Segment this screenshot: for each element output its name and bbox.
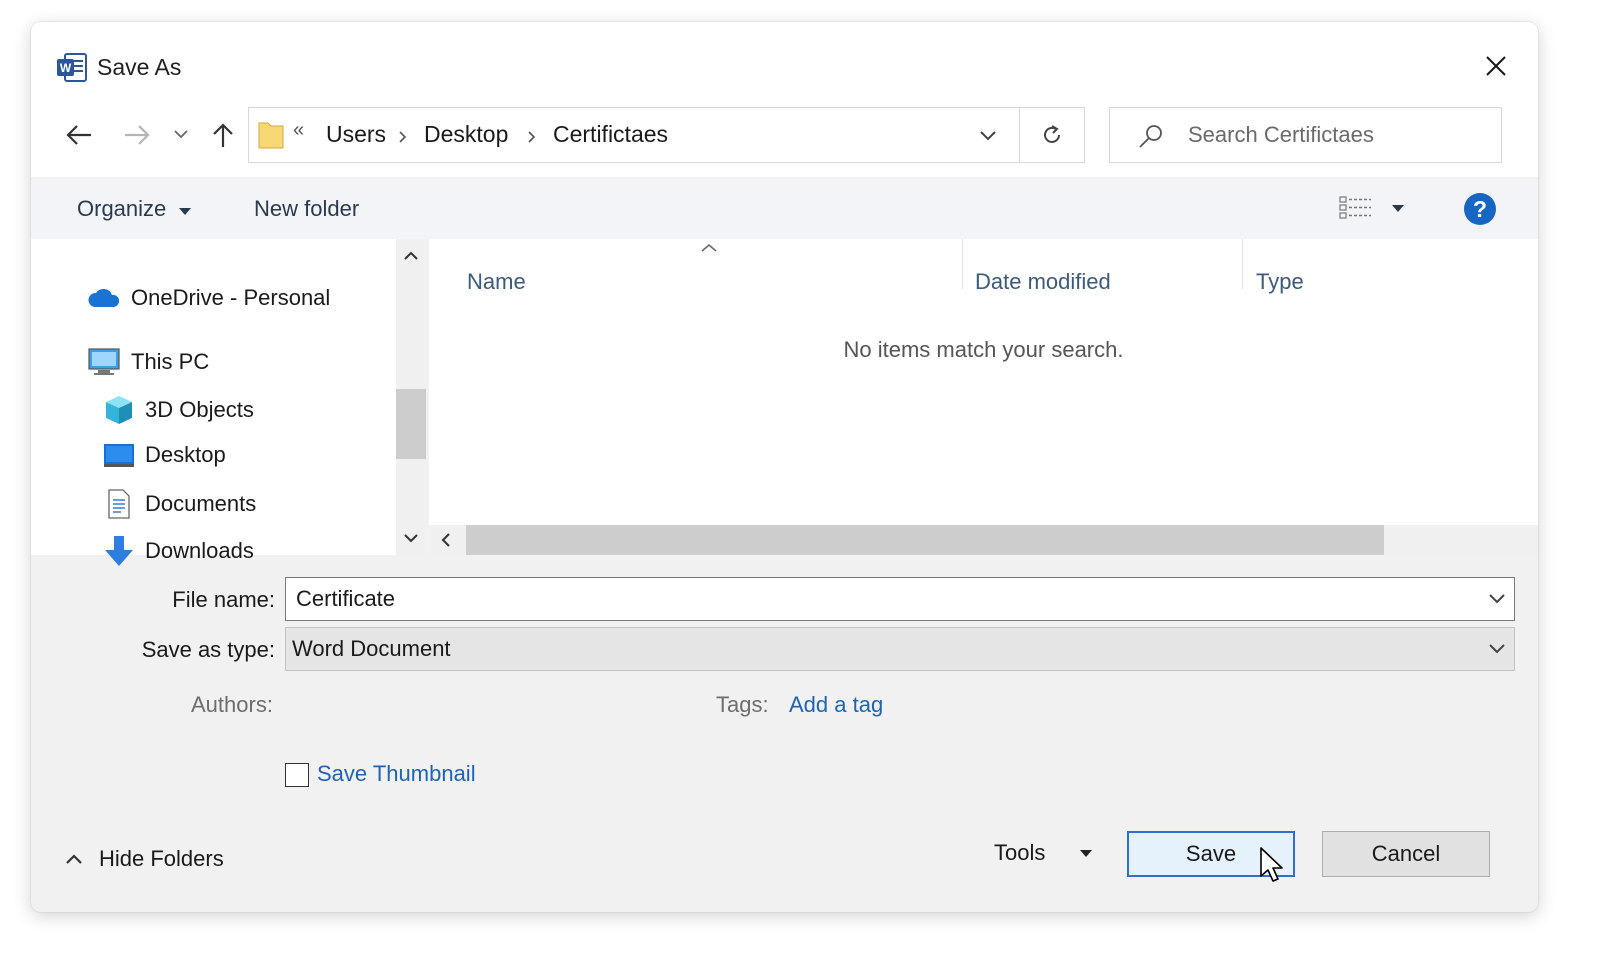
search-placeholder: Search Certifictaes	[1188, 122, 1374, 147]
refresh-button[interactable]	[1019, 107, 1085, 163]
nav-item-3d-objects[interactable]: 3D Objects	[103, 394, 254, 426]
file-name-label: File name:	[172, 587, 275, 612]
chevron-down-icon	[1489, 644, 1505, 654]
arrow-right-icon	[125, 125, 150, 145]
word-icon: W	[56, 52, 88, 84]
save-thumbnail-checkbox[interactable]	[285, 763, 309, 787]
nav-item-label: Downloads	[145, 538, 254, 563]
column-divider[interactable]	[962, 239, 963, 289]
scroll-thumb[interactable]	[396, 389, 426, 459]
file-name-field[interactable]: Certificate	[285, 577, 1515, 621]
chevron-up-icon	[66, 854, 82, 864]
details-view-icon	[1339, 196, 1371, 219]
arrow-up-icon	[213, 123, 233, 147]
nav-item-label: Documents	[145, 491, 257, 516]
nav-item-onedrive[interactable]: OneDrive - Personal	[87, 285, 330, 311]
caret-down-icon	[179, 208, 192, 215]
column-header-date-modified[interactable]: Date modified	[975, 269, 1111, 295]
close-button[interactable]	[1474, 46, 1518, 86]
tools-button[interactable]: Tools	[994, 840, 1093, 866]
tags-label: Tags:	[716, 692, 769, 717]
nav-item-label: This PC	[131, 349, 210, 374]
authors-label: Authors:	[191, 692, 273, 717]
onedrive-icon	[88, 288, 120, 307]
column-header-type[interactable]: Type	[1256, 269, 1304, 295]
path-overflow[interactable]: «	[293, 119, 304, 142]
file-list-horizontal-scrollbar[interactable]	[429, 525, 1538, 555]
navigation-pane: OneDrive - Personal This PC 3D Objects D…	[31, 239, 396, 566]
search-icon	[1139, 125, 1162, 148]
folder-icon	[258, 122, 284, 149]
caret-down-icon	[1392, 205, 1404, 212]
refresh-icon	[1044, 125, 1060, 143]
nav-item-desktop[interactable]: Desktop	[103, 441, 226, 469]
nav-item-downloads[interactable]: Downloads	[103, 535, 254, 567]
cancel-button[interactable]: Cancel	[1322, 831, 1490, 877]
hide-folders-button[interactable]: Hide Folders	[65, 846, 224, 872]
svg-text:W: W	[60, 61, 72, 75]
scroll-up-icon[interactable]	[404, 251, 418, 261]
organize-label: Organize	[77, 196, 167, 221]
save-as-dialog: W Save As « Users Desktop Certifictaes S…	[31, 22, 1538, 912]
sort-ascending-icon	[701, 244, 717, 252]
path-segment-users[interactable]: Users	[326, 121, 386, 148]
path-segment-certifictaes[interactable]: Certifictaes	[553, 121, 668, 148]
empty-message: No items match your search.	[843, 337, 1124, 362]
save-label: Save	[1185, 841, 1237, 866]
forward-button[interactable]	[119, 117, 155, 153]
download-icon	[105, 536, 133, 566]
arrow-left-icon	[66, 125, 91, 145]
help-icon: ?	[1464, 193, 1496, 225]
add-tag-link[interactable]: Add a tag	[789, 692, 883, 718]
save-type-dropdown[interactable]: Word Document	[285, 627, 1515, 671]
search-box[interactable]: Search Certifictaes	[1109, 107, 1502, 163]
mouse-cursor-icon	[1260, 847, 1283, 882]
tools-label: Tools	[994, 840, 1046, 865]
file-name-value: Certificate	[296, 586, 396, 611]
svg-text:?: ?	[1473, 196, 1487, 222]
caret-down-icon	[1080, 850, 1093, 857]
cancel-label: Cancel	[1371, 841, 1441, 866]
organize-button[interactable]: Organize	[77, 196, 192, 222]
command-toolbar: Organize New folder ?	[31, 179, 1538, 239]
nav-pane-scrollbar[interactable]	[396, 239, 426, 555]
address-bar[interactable]: « Users Desktop Certifictaes	[248, 107, 1081, 163]
file-list: Name Date modified Type No items match y…	[429, 239, 1538, 527]
scroll-left-icon[interactable]	[441, 533, 451, 547]
scroll-thumb[interactable]	[466, 525, 1384, 555]
dialog-title: Save As	[97, 54, 182, 80]
chevron-right-icon	[528, 131, 536, 143]
column-header-name[interactable]: Name	[467, 269, 526, 295]
nav-item-label: Desktop	[145, 442, 226, 467]
recent-locations-button[interactable]	[169, 122, 193, 146]
path-segment-desktop[interactable]: Desktop	[424, 121, 508, 148]
nav-item-documents[interactable]: Documents	[103, 488, 256, 520]
close-icon	[1486, 56, 1506, 76]
save-type-label: Save as type:	[141, 637, 275, 662]
new-folder-button[interactable]: New folder	[254, 196, 359, 222]
chevron-down-icon[interactable]	[1488, 593, 1506, 605]
up-button[interactable]	[205, 117, 241, 153]
nav-item-label: 3D Objects	[145, 397, 254, 422]
scroll-down-icon[interactable]	[404, 533, 418, 543]
hide-folders-label: Hide Folders	[99, 846, 224, 871]
desktop-icon	[104, 444, 134, 467]
view-options-button[interactable]	[1339, 195, 1409, 225]
cube-icon	[106, 396, 132, 424]
nav-item-label: OneDrive - Personal	[131, 285, 331, 310]
pc-icon	[88, 348, 120, 375]
document-icon	[108, 489, 130, 519]
save-thumbnail-label[interactable]: Save Thumbnail	[317, 761, 476, 787]
column-divider[interactable]	[1242, 239, 1243, 289]
chevron-down-icon	[174, 130, 188, 139]
chevron-right-icon	[399, 131, 407, 143]
nav-item-this-pc[interactable]: This PC	[87, 347, 209, 377]
save-type-value: Word Document	[292, 636, 451, 661]
chevron-down-icon[interactable]	[979, 130, 997, 142]
help-button[interactable]: ?	[1463, 192, 1497, 226]
back-button[interactable]	[61, 117, 97, 153]
